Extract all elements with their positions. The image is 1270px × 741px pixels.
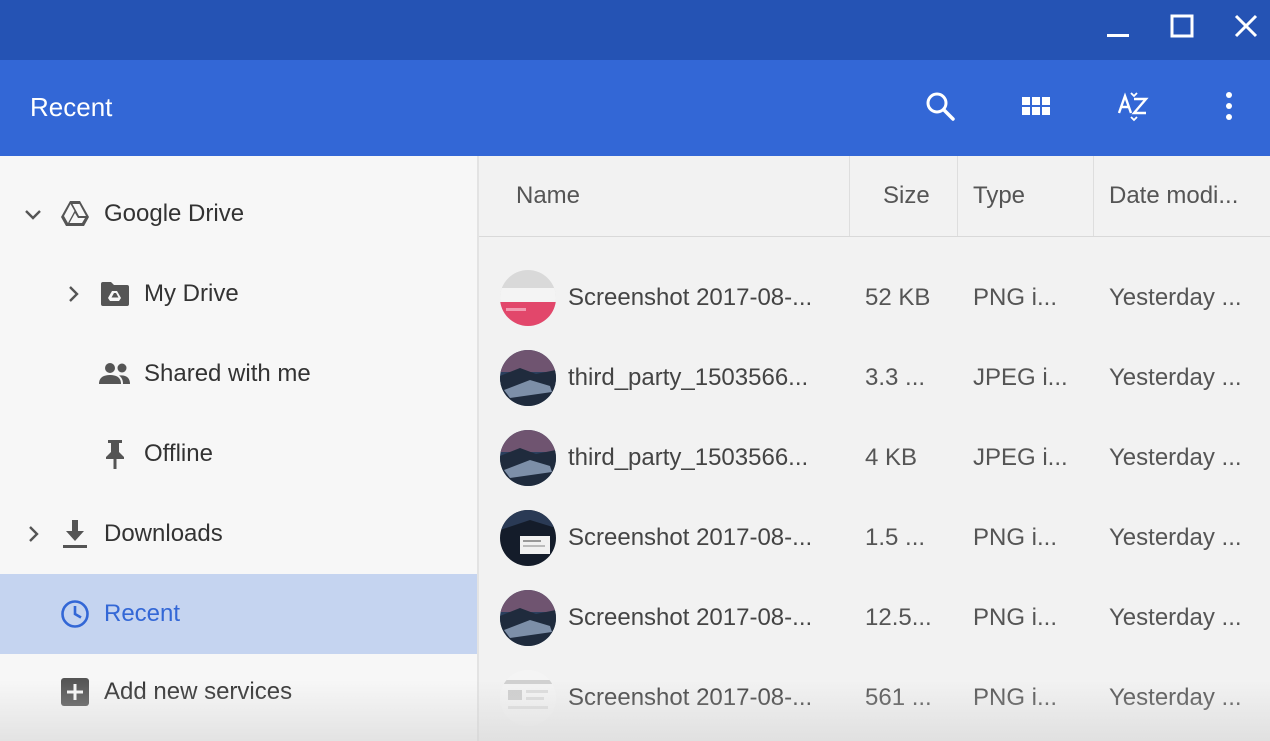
sidebar: Google Drive My Drive Shared with me Off… bbox=[0, 156, 477, 741]
file-name: Screenshot 2017-08-... bbox=[568, 284, 813, 311]
file-thumbnail bbox=[500, 590, 556, 646]
app-header: Recent bbox=[0, 60, 1270, 156]
more-options-button[interactable] bbox=[1207, 86, 1251, 130]
sort-az-icon bbox=[1116, 89, 1150, 128]
column-header-type[interactable]: Type bbox=[973, 156, 1025, 236]
header-divider bbox=[479, 236, 1270, 237]
file-name: Screenshot 2017-08-... bbox=[568, 684, 813, 711]
file-date: Yesterday ... bbox=[1109, 604, 1242, 631]
sidebar-item-downloads[interactable]: Downloads bbox=[0, 494, 477, 574]
file-type: JPEG i... bbox=[973, 364, 1068, 391]
maximize-button[interactable] bbox=[1160, 8, 1204, 48]
minimize-icon bbox=[1105, 13, 1131, 44]
file-size: 3.3 ... bbox=[865, 364, 926, 391]
close-button[interactable] bbox=[1224, 8, 1268, 48]
file-thumbnail bbox=[500, 270, 556, 326]
grid-view-button[interactable] bbox=[1014, 86, 1058, 130]
file-type: JPEG i... bbox=[973, 444, 1068, 471]
table-row[interactable]: Screenshot 2017-08-... 12.5... PNG i... … bbox=[479, 578, 1270, 658]
file-date: Yesterday ... bbox=[1109, 444, 1242, 471]
page-title: Recent bbox=[30, 92, 113, 122]
people-icon bbox=[99, 358, 131, 390]
file-name: Screenshot 2017-08-... bbox=[568, 524, 813, 551]
column-header-size[interactable]: Size bbox=[883, 156, 930, 236]
table-row[interactable]: Screenshot 2017-08-... 52 KB PNG i... Ye… bbox=[479, 258, 1270, 338]
file-size: 1.5 ... bbox=[865, 524, 926, 551]
sidebar-item-add-new-services[interactable]: Add new services bbox=[0, 654, 477, 730]
grid-view-icon bbox=[1020, 90, 1052, 127]
file-size: 12.5... bbox=[865, 604, 932, 631]
table-row[interactable]: Screenshot 2017-08-... 561 ... PNG i... … bbox=[479, 658, 1270, 738]
file-name: Screenshot 2017-08-... bbox=[568, 604, 813, 631]
file-size: 52 KB bbox=[865, 284, 931, 311]
file-date: Yesterday ... bbox=[1109, 524, 1242, 551]
close-icon bbox=[1233, 13, 1259, 44]
file-thumbnail bbox=[500, 510, 556, 566]
column-divider[interactable] bbox=[849, 156, 850, 236]
drive-folder-icon bbox=[99, 278, 131, 310]
sidebar-item-label: Recent bbox=[104, 600, 181, 627]
file-thumbnail bbox=[500, 670, 556, 726]
file-type: PNG i... bbox=[973, 604, 1058, 631]
sidebar-item-offline[interactable]: Offline bbox=[0, 414, 477, 494]
sidebar-item-label: Shared with me bbox=[144, 360, 311, 387]
window-titlebar bbox=[0, 0, 1270, 60]
file-size: 561 ... bbox=[865, 684, 932, 711]
chevron-right-icon[interactable] bbox=[23, 524, 43, 544]
sidebar-item-google-drive[interactable]: Google Drive bbox=[0, 174, 477, 254]
column-header-date-modified[interactable]: Date modi... bbox=[1109, 156, 1238, 236]
minimize-button[interactable] bbox=[1096, 8, 1140, 48]
file-type: PNG i... bbox=[973, 684, 1058, 711]
pin-icon bbox=[99, 438, 131, 470]
search-button[interactable] bbox=[918, 86, 962, 130]
file-date: Yesterday ... bbox=[1109, 284, 1242, 311]
column-divider[interactable] bbox=[1093, 156, 1094, 236]
file-thumbnail bbox=[500, 350, 556, 406]
file-type: PNG i... bbox=[973, 284, 1058, 311]
clock-icon bbox=[59, 598, 91, 630]
column-header-name[interactable]: Name bbox=[516, 156, 580, 236]
table-row[interactable]: third_party_1503566... 3.3 ... JPEG i...… bbox=[479, 338, 1270, 418]
sidebar-item-label: Add new services bbox=[104, 678, 293, 705]
file-date: Yesterday ... bbox=[1109, 684, 1242, 711]
search-icon bbox=[924, 90, 956, 127]
sort-button[interactable] bbox=[1111, 86, 1155, 130]
chevron-right-icon[interactable] bbox=[63, 284, 83, 304]
table-row[interactable]: third_party_1503566... 4 KB JPEG i... Ye… bbox=[479, 418, 1270, 498]
file-date: Yesterday ... bbox=[1109, 364, 1242, 391]
sidebar-item-label: Google Drive bbox=[104, 200, 245, 227]
sidebar-item-recent[interactable]: Recent bbox=[0, 574, 477, 654]
sidebar-item-label: Offline bbox=[144, 440, 213, 467]
column-divider[interactable] bbox=[957, 156, 958, 236]
sidebar-item-shared-with-me[interactable]: Shared with me bbox=[0, 334, 477, 414]
more-vert-icon bbox=[1213, 90, 1245, 127]
file-name: third_party_1503566... bbox=[568, 444, 809, 471]
plus-box-icon bbox=[59, 676, 91, 708]
file-list: Name Size Type Date modi... Screenshot 2… bbox=[477, 156, 1270, 741]
maximize-icon bbox=[1169, 13, 1195, 44]
file-size: 4 KB bbox=[865, 444, 918, 471]
sidebar-item-my-drive[interactable]: My Drive bbox=[0, 254, 477, 334]
table-row[interactable]: Screenshot 2017-08-... 1.5 ... PNG i... … bbox=[479, 498, 1270, 578]
sidebar-item-label: My Drive bbox=[144, 280, 239, 307]
drive-icon bbox=[59, 198, 91, 230]
sidebar-item-label: Downloads bbox=[104, 520, 223, 547]
file-name: third_party_1503566... bbox=[568, 364, 809, 391]
download-icon bbox=[59, 518, 91, 550]
file-thumbnail bbox=[500, 430, 556, 486]
chevron-down-icon[interactable] bbox=[23, 204, 43, 224]
file-type: PNG i... bbox=[973, 524, 1058, 551]
